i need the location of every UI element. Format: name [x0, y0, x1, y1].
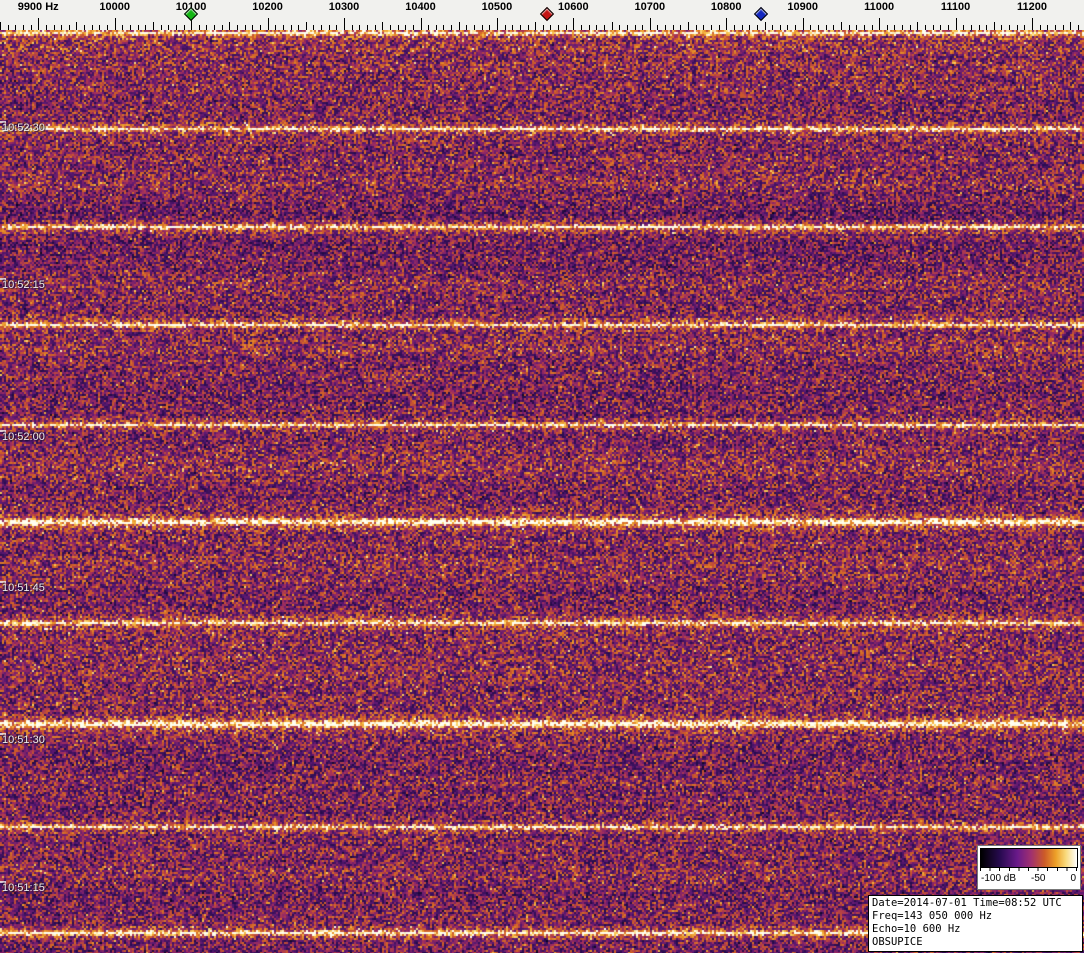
ruler-tick: [917, 22, 919, 30]
ruler-tick: [764, 22, 766, 30]
ruler-tick: [267, 18, 269, 30]
color-scale-max-label: 0: [1070, 873, 1076, 884]
ruler-tick: [1032, 18, 1033, 30]
freq-label-10200: 10200: [252, 1, 283, 13]
color-scale-labels: -100 dB -50 0: [978, 873, 1080, 887]
freq-label-11000: 11000: [864, 1, 895, 13]
freq-label-9900: 9900 Hz: [17, 1, 59, 13]
ruler-tick: [152, 22, 154, 30]
ruler-tick: [382, 22, 384, 30]
ruler-tick: [611, 22, 613, 30]
ruler-tick: [458, 22, 460, 30]
info-station: OBSUPICE: [872, 936, 923, 948]
freq-label-11100: 11100: [940, 1, 971, 13]
info-frequency: Freq=143 050 000 Hz: [872, 910, 993, 922]
color-scale-mid-label: -50: [1031, 873, 1046, 884]
spectrum-lab-waterfall-window: { "ruler": { "unit": "Hz", "freq_start":…: [0, 0, 1084, 953]
ruler-tick: [38, 18, 40, 30]
ruler-tick: [649, 18, 651, 30]
ruler-tick: [840, 22, 842, 30]
ruler-tick: [76, 22, 78, 30]
freq-marker-blue-icon[interactable]: [753, 6, 768, 22]
ruler-tick: [688, 22, 689, 30]
freq-label-10300: 10300: [328, 1, 360, 13]
ruler-tick: [496, 18, 498, 30]
freq-label-10000: 10000: [99, 1, 130, 13]
freq-label-11200: 11200: [1017, 1, 1047, 13]
color-scale-gradient: [980, 848, 1078, 868]
ruler-tick: [573, 18, 575, 30]
color-scale-min-label: -100 dB: [981, 873, 1017, 884]
freq-label-10800: 10800: [710, 1, 742, 13]
ruler-tick: [726, 18, 728, 30]
info-box: Date=2014-07-01 Time=08:52 UTC Freq=143 …: [868, 895, 1083, 952]
ruler-tick: [993, 22, 995, 30]
ruler-tick: [229, 22, 231, 30]
ruler-tick: [955, 18, 957, 30]
ruler-tick: [879, 18, 881, 30]
freq-label-10500: 10500: [481, 1, 513, 13]
freq-label-10900: 10900: [787, 1, 818, 13]
ruler-tick: [1070, 22, 1072, 30]
ruler-tick: [305, 22, 307, 30]
frequency-ruler[interactable]: 9900 Hz100001010010200103001040010500106…: [0, 0, 1084, 30]
ruler-tick: [0, 22, 1, 30]
ruler-tick: [344, 18, 345, 30]
info-echo: Echo=10 600 Hz: [872, 923, 961, 935]
ruler-tick: [420, 18, 422, 30]
ruler-tick: [535, 22, 537, 30]
spectrogram-waterfall[interactable]: [0, 30, 1084, 953]
ruler-tick: [802, 18, 804, 30]
color-scale-legend: -100 dB -50 0: [977, 845, 1081, 890]
color-scale-ticks: [980, 867, 1078, 871]
info-date-time: Date=2014-07-01 Time=08:52 UTC: [872, 897, 1062, 909]
freq-label-10400: 10400: [405, 1, 436, 13]
freq-marker-red-icon[interactable]: [539, 6, 554, 22]
ruler-tick: [114, 18, 116, 30]
freq-label-10600: 10600: [558, 1, 589, 13]
freq-label-10700: 10700: [634, 1, 666, 13]
